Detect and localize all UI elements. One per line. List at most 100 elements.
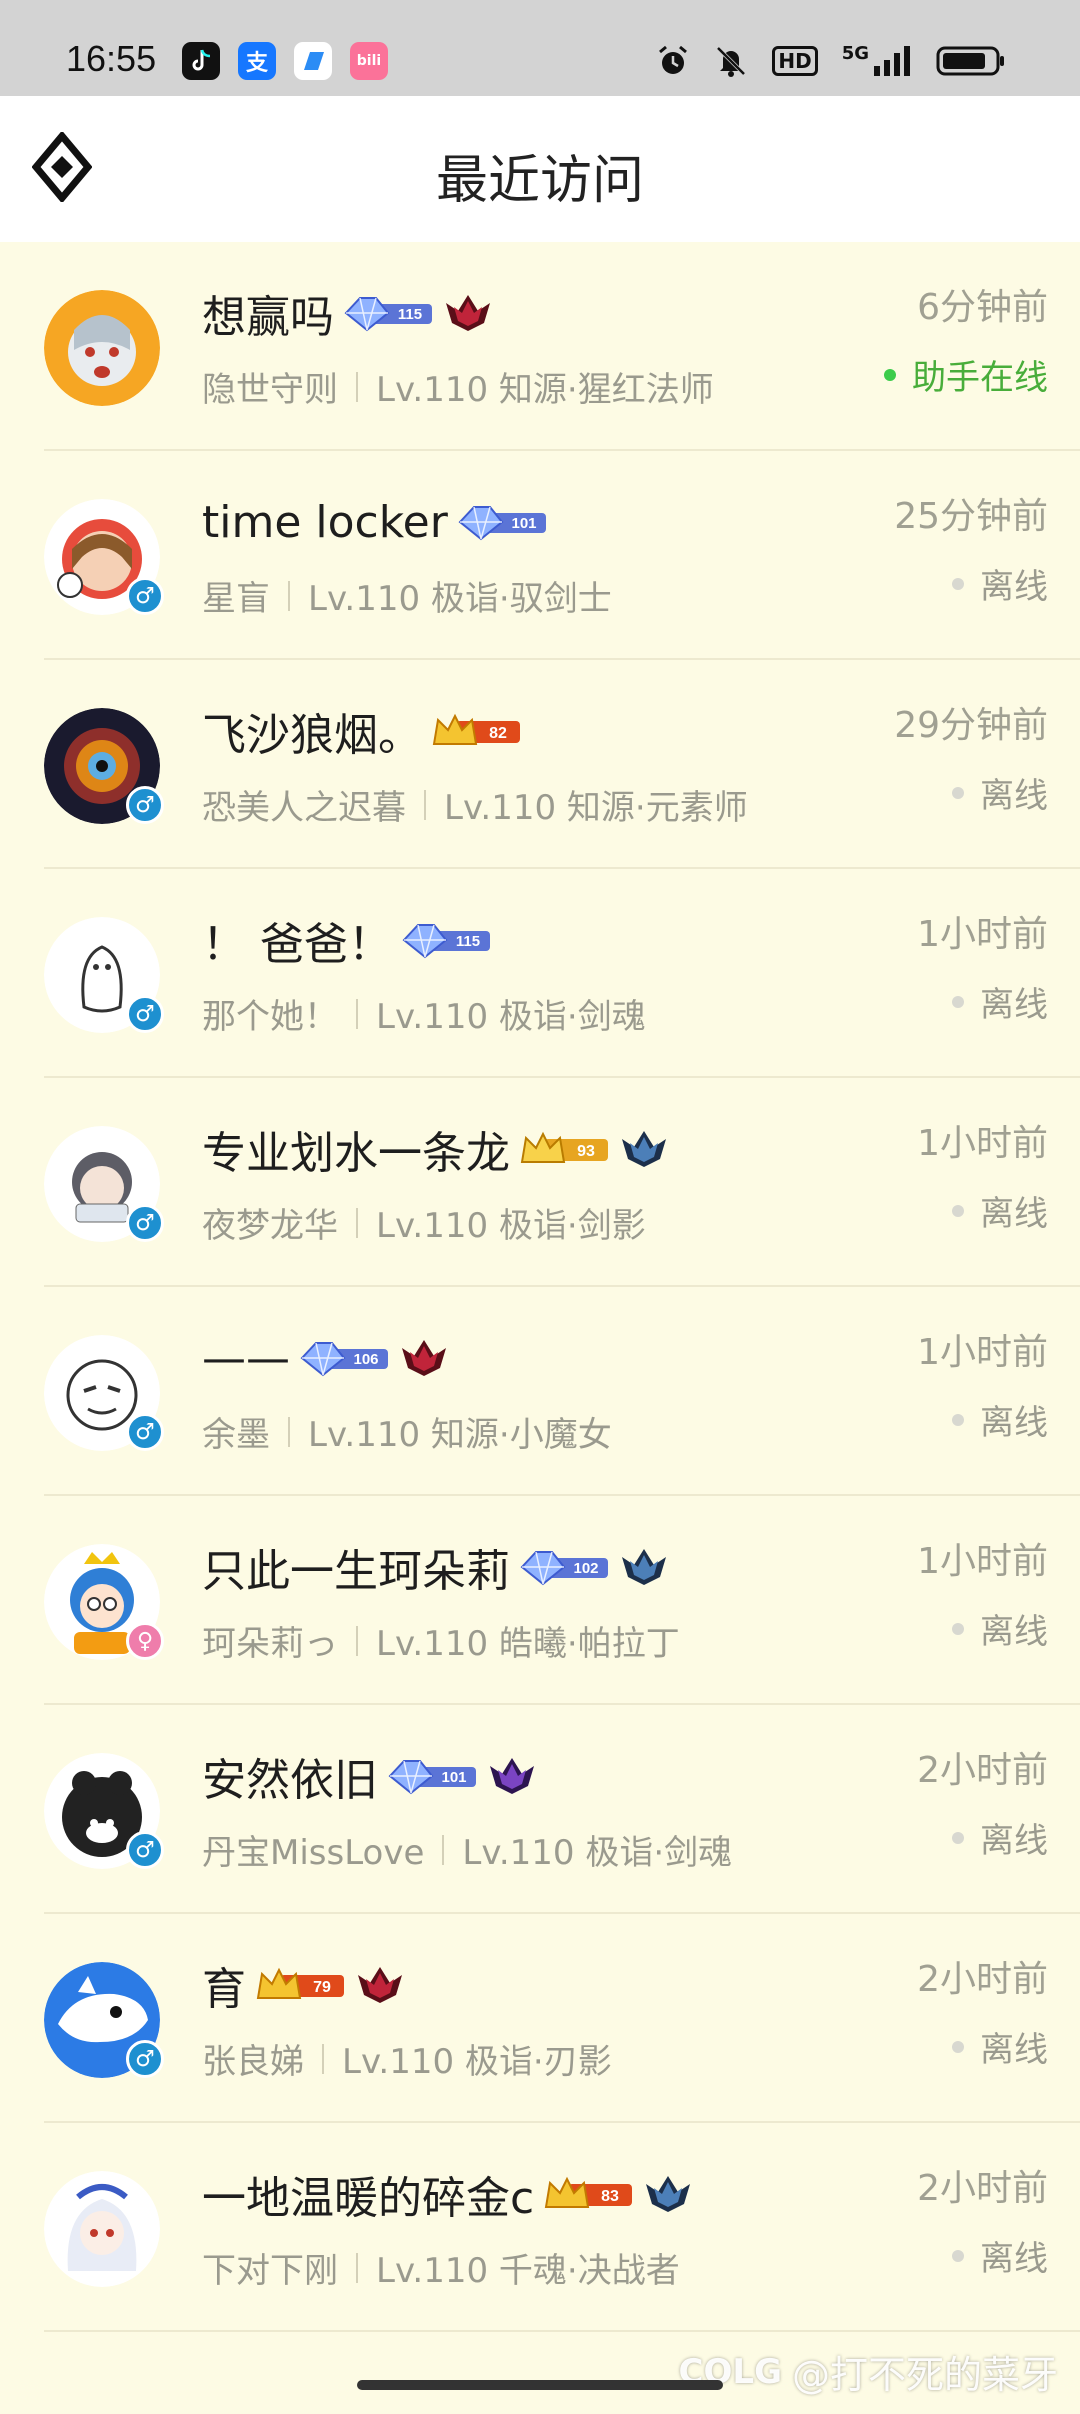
visitor-row[interactable]: ♀ 只此一生珂朵莉 102 珂朵莉っ Lv.110 皓曦·帕拉丁 1小时前 离线 (0, 1496, 1080, 1705)
status-label: 离线 (980, 2030, 1048, 2070)
level-class: Lv.110 知源·猩红法师 (376, 370, 714, 410)
divider (288, 580, 290, 611)
visit-time: 1小时前 (917, 1541, 1048, 1582)
system-icons: HD 5G (656, 42, 1006, 80)
visitor-row[interactable]: ♂ 安然依旧 101 丹宝MissLove Lv.110 极诣·剑魂 2小时前 离线 (0, 1705, 1080, 1914)
server-name: 余墨 (202, 1415, 270, 1455)
level-class: Lv.110 千魂·决战者 (376, 2251, 680, 2291)
visitor-name[interactable]: 只此一生珂朵莉 (202, 1535, 510, 1599)
crown-level-badge-icon: 83 (542, 2175, 636, 2213)
level-class: Lv.110 皓曦·帕拉丁 (376, 1624, 680, 1664)
level-class: Lv.110 极诣·剑魂 (376, 997, 646, 1037)
visit-time: 2小时前 (917, 2168, 1048, 2209)
info-line: 下对下刚 Lv.110 千魂·决战者 (202, 2243, 680, 2292)
server-name: 那个她！ (202, 997, 338, 1037)
visitor-row[interactable]: 想赢吗 115 隐世守则 Lv.110 知源·猩红法师 6分钟前助手在线 (0, 242, 1080, 451)
info-line: 星盲 Lv.110 极诣·驭剑士 (202, 571, 612, 620)
visitor-name[interactable]: 安然依旧 (202, 1744, 378, 1808)
bilibili-icon: bili (350, 42, 388, 80)
svg-text:79: 79 (313, 1979, 331, 1996)
server-name: 星盲 (202, 579, 270, 619)
svg-text:102: 102 (573, 1560, 598, 1577)
online-status: 离线 (952, 1395, 1048, 1444)
level-class: Lv.110 极诣·剑魂 (462, 1833, 733, 1873)
online-status: 离线 (952, 2022, 1048, 2071)
visitor-name[interactable]: —— (202, 1333, 290, 1384)
svg-text:106: 106 (353, 1351, 378, 1368)
visitor-row[interactable]: ♂ ！ 爸爸！ 115 那个她！ Lv.110 极诣·剑魂 1小时前 离线 (0, 869, 1080, 1078)
avatar[interactable] (44, 2171, 160, 2287)
visitor-row[interactable]: ♂ —— 106 余墨 Lv.110 知源·小魔女 1小时前 离线 (0, 1287, 1080, 1496)
visitor-name[interactable]: 育 (202, 1953, 246, 2017)
visitor-name[interactable]: 一地温暖的碎金c (202, 2162, 534, 2226)
visit-time: 6分钟前 (917, 287, 1048, 328)
visitor-row[interactable]: ♂ 专业划水一条龙 93 夜梦龙华 Lv.110 极诣·剑影 1小时前 离线 (0, 1078, 1080, 1287)
svg-text:115: 115 (456, 933, 480, 950)
visitor-name[interactable]: ！ 爸爸！ (202, 908, 392, 972)
status-label: 离线 (980, 985, 1048, 1025)
info-line: 余墨 Lv.110 知源·小魔女 (202, 1407, 612, 1456)
purple-rank-emblem-icon (488, 1757, 536, 1795)
red-rank-emblem-icon (356, 1966, 404, 2004)
svg-text:83: 83 (601, 2188, 619, 2205)
visitor-name[interactable]: time locker (202, 497, 448, 548)
crown-level-badge-icon: 79 (254, 1966, 348, 2004)
visit-time: 1小时前 (917, 1332, 1048, 1373)
online-status: 离线 (952, 1813, 1048, 1862)
server-name: 珂朵莉っ (202, 1624, 338, 1664)
online-status: 助手在线 (884, 350, 1048, 399)
level-class: Lv.110 极诣·驭剑士 (308, 579, 612, 619)
visitor-row[interactable]: 一地温暖的碎金c 83 下对下刚 Lv.110 千魂·决战者 2小时前离线 (0, 2123, 1080, 2332)
visitor-name[interactable]: 飞沙狼烟。 (202, 699, 422, 763)
visit-time: 29分钟前 (894, 705, 1048, 746)
server-name: 恐美人之迟暮 (202, 788, 406, 828)
visitor-name[interactable]: 专业划水一条龙 (202, 1117, 510, 1181)
status-dot-icon (952, 995, 964, 1008)
divider (322, 2043, 324, 2074)
tiktok-icon (182, 42, 220, 80)
info-line: 珂朵莉っ Lv.110 皓曦·帕拉丁 (202, 1616, 680, 1665)
visitor-row[interactable]: ♂ time locker 101 星盲 Lv.110 极诣·驭剑士 25分钟前 离线 (0, 451, 1080, 660)
male-gender-icon: ♂ (126, 1831, 164, 1869)
name-line: 飞沙狼烟。 82 (202, 700, 524, 762)
name-line: —— 106 (202, 1327, 448, 1389)
online-status: 离线 (952, 2231, 1048, 2280)
status-dot-icon (884, 368, 896, 381)
status-label: 离线 (980, 1821, 1048, 1861)
diamond-level-badge-icon: 101 (456, 503, 550, 541)
info-line: 丹宝MissLove Lv.110 极诣·剑魂 (202, 1825, 732, 1874)
visitor-name[interactable]: 想赢吗 (202, 281, 334, 345)
diamond-level-badge-icon: 115 (342, 294, 436, 332)
visitor-row[interactable]: ♂ 飞沙狼烟。 82 恐美人之迟暮 Lv.110 知源·元素师 29分钟前 离线 (0, 660, 1080, 869)
server-name: 下对下刚 (202, 2251, 338, 2291)
name-line: 安然依旧 101 (202, 1745, 536, 1807)
visitor-row[interactable]: ♂ 育 79 张良娣 Lv.110 极诣·刃影 2小时前 离线 (0, 1914, 1080, 2123)
visit-time: 2小时前 (917, 1959, 1048, 2000)
info-line: 隐世守则 Lv.110 知源·猩红法师 (202, 362, 714, 411)
info-line: 恐美人之迟暮 Lv.110 知源·元素师 (202, 780, 748, 829)
male-gender-icon: ♂ (126, 786, 164, 824)
blue-app-icon (294, 42, 332, 80)
diamond-level-badge-icon: 115 (400, 921, 494, 959)
info-line: 那个她！ Lv.110 极诣·剑魂 (202, 989, 646, 1038)
divider (356, 2252, 358, 2283)
status-label: 离线 (980, 1612, 1048, 1652)
name-line: ！ 爸爸！ 115 (202, 909, 494, 971)
svg-text:115: 115 (398, 306, 422, 323)
home-indicator[interactable] (357, 2380, 723, 2390)
male-gender-icon: ♂ (126, 2040, 164, 2078)
watermark-text: @打不死的菜牙 (791, 2353, 1058, 2397)
blue-rank-emblem-icon (620, 1130, 668, 1168)
battery-icon (936, 42, 1006, 80)
status-label: 离线 (980, 567, 1048, 607)
visit-time: 1小时前 (917, 1123, 1048, 1164)
avatar[interactable] (44, 290, 160, 406)
status-label: 离线 (980, 1194, 1048, 1234)
server-name: 隐世守则 (202, 370, 338, 410)
status-dot-icon (952, 2040, 964, 2053)
male-gender-icon: ♂ (126, 1204, 164, 1242)
status-dot-icon (952, 577, 964, 590)
level-class: Lv.110 知源·元素师 (444, 788, 748, 828)
male-gender-icon: ♂ (126, 577, 164, 615)
5g-signal-icon: 5G (842, 42, 912, 80)
